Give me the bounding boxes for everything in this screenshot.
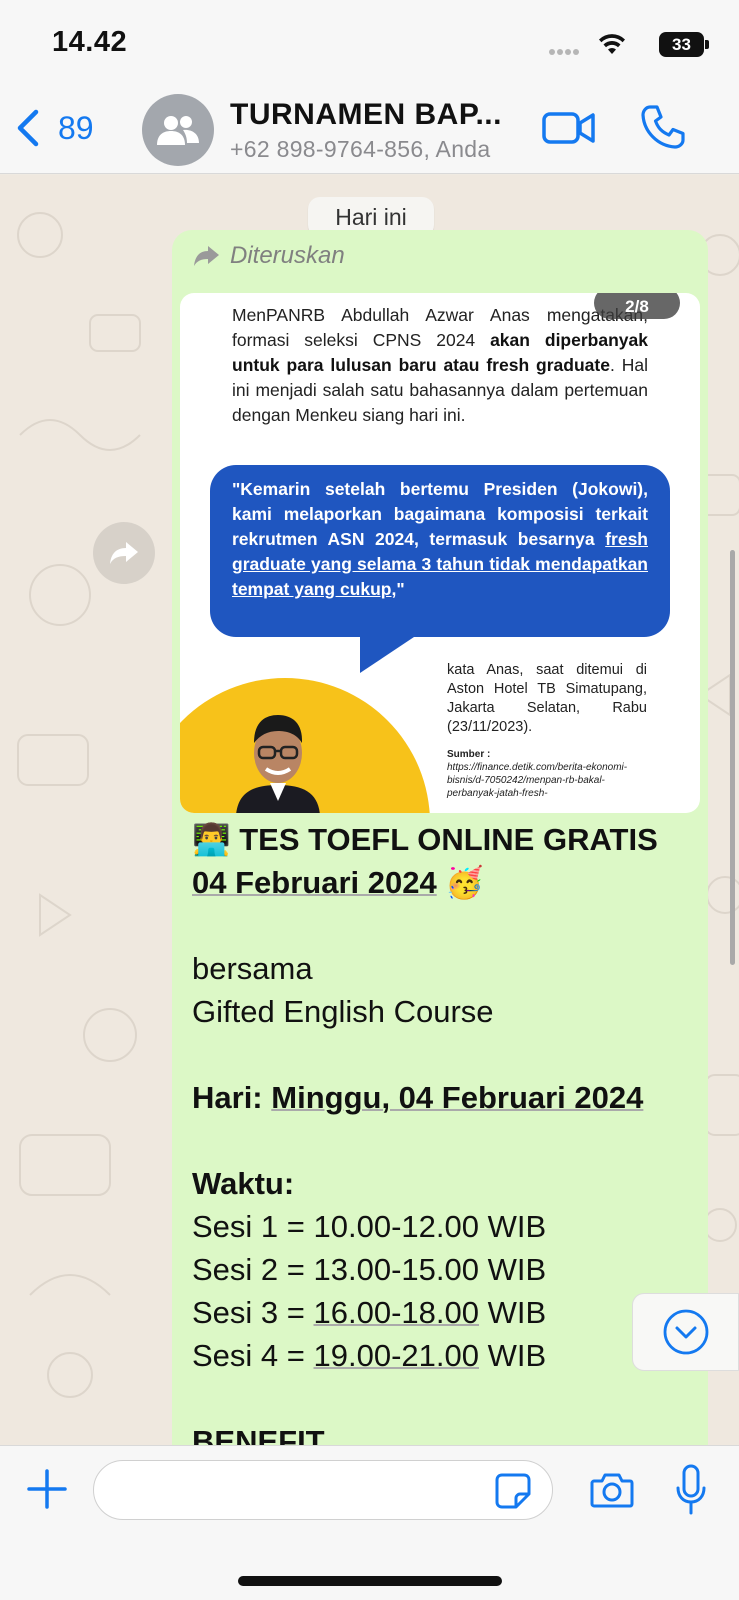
media-counter-badge: 2/8	[594, 293, 680, 319]
time-label: Waktu:	[192, 1166, 295, 1201]
session-suffix: WIB	[478, 1338, 547, 1373]
sticker-icon[interactable]	[494, 1472, 532, 1510]
day-value[interactable]: Minggu, 04 Februari 2024	[271, 1080, 643, 1115]
session-line: Sesi 2 = 13.00-15.00 WIB	[192, 1248, 692, 1291]
chat-area[interactable]: Hari ini Diteruskan MenPANRB Abdullah Az…	[0, 175, 739, 1445]
session-line: Sesi 4 = 19.00-21.00 WIB	[192, 1334, 692, 1377]
session-prefix: Sesi 2 =	[192, 1252, 314, 1287]
forward-icon	[110, 542, 138, 564]
status-time: 14.42	[52, 26, 128, 58]
plus-icon[interactable]	[26, 1468, 68, 1510]
session-suffix: WIB	[478, 1295, 547, 1330]
quote-start: "Kemarin setelah bertemu Presiden (Jokow…	[232, 479, 648, 549]
quote-tail	[360, 633, 420, 673]
back-chevron-icon	[17, 109, 39, 147]
group-avatar[interactable]	[142, 94, 214, 166]
session-time: 10.00-12.00	[313, 1209, 479, 1244]
headline-2-date[interactable]: 04 Februari 2024	[192, 865, 437, 900]
day-line: Hari: Minggu, 04 Februari 2024	[192, 1076, 692, 1119]
home-indicator[interactable]	[238, 1576, 502, 1586]
session-prefix: Sesi 3 =	[192, 1295, 314, 1330]
session-suffix: WIB	[478, 1252, 547, 1287]
status-icons: 33	[549, 30, 709, 60]
technologist-emoji: 👨‍💻	[192, 822, 231, 857]
phone-icon[interactable]	[640, 104, 686, 150]
with-line: bersama	[192, 951, 313, 986]
media-image[interactable]: MenPANRB Abdullah Azwar Anas mengatakan,…	[180, 293, 700, 813]
unread-count: 89	[58, 109, 94, 146]
back-button[interactable]: 89	[14, 106, 94, 150]
party-emoji: 🥳	[445, 865, 484, 900]
message-text: 👨‍💻 TES TOEFL ONLINE GRATIS 04 Februari …	[192, 818, 692, 1445]
media-caption: kata Anas, saat ditemui di Aston Hotel T…	[447, 662, 647, 735]
session-suffix: WIB	[478, 1209, 547, 1244]
person-photo	[236, 715, 320, 813]
media-paragraph: MenPANRB Abdullah Azwar Anas mengatakan,…	[232, 303, 648, 428]
message-bubble[interactable]: Diteruskan MenPANRB Abdullah Azwar Anas …	[172, 230, 708, 1445]
chat-header: 89 TURNAMEN BAP... +62 898-9764-856, And…	[0, 88, 739, 174]
forwarded-label: Diteruskan	[230, 242, 345, 269]
chat-subtitle[interactable]: +62 898-9764-856, Anda	[230, 136, 530, 163]
benefit-line: BENEFIT	[192, 1420, 692, 1445]
battery-icon: 33	[659, 32, 709, 58]
benefit-label: BENEFIT	[192, 1424, 325, 1445]
headline-line-2: 04 Februari 2024 🥳	[192, 861, 692, 904]
session-line: Sesi 3 = 16.00-18.00 WIB	[192, 1291, 692, 1334]
quote-end: ,"	[391, 579, 405, 599]
session-prefix: Sesi 4 =	[192, 1338, 314, 1373]
day-label: Hari:	[192, 1080, 263, 1115]
session-time[interactable]: 19.00-21.00	[314, 1338, 479, 1373]
camera-icon[interactable]	[590, 1470, 634, 1510]
scroll-indicator[interactable]	[730, 550, 735, 965]
forwarded-arrow-icon	[194, 246, 219, 266]
headline-1: TES TOEFL ONLINE GRATIS	[239, 822, 658, 857]
chat-title[interactable]: TURNAMEN BAP...	[230, 98, 520, 132]
battery-level: 33	[659, 32, 704, 57]
time-label-line: Waktu:	[192, 1162, 692, 1205]
input-bar	[0, 1445, 739, 1600]
forward-button[interactable]	[93, 522, 155, 584]
session-time: 13.00-15.00	[313, 1252, 479, 1287]
video-call-icon[interactable]	[542, 108, 596, 148]
session-prefix: Sesi 1 =	[192, 1209, 314, 1244]
media-source: Sumber : https://finance.detik.com/berita…	[447, 748, 647, 800]
message-input[interactable]	[93, 1460, 553, 1520]
status-bar: 14.42 33	[0, 0, 739, 88]
headline-line-1: 👨‍💻 TES TOEFL ONLINE GRATIS	[192, 818, 692, 861]
session-line: Sesi 1 = 10.00-12.00 WIB	[192, 1205, 692, 1248]
group-icon	[157, 116, 199, 145]
course-line: Gifted English Course	[192, 994, 494, 1029]
scroll-to-bottom-button[interactable]	[632, 1293, 739, 1371]
signal-icon	[549, 42, 585, 55]
session-time[interactable]: 16.00-18.00	[314, 1295, 479, 1330]
quote-box: "Kemarin setelah bertemu Presiden (Jokow…	[210, 465, 670, 637]
wifi-icon	[599, 34, 625, 54]
source-label: Sumber :	[447, 749, 491, 760]
chevron-down-icon	[663, 1309, 708, 1355]
forwarded-row: Diteruskan	[192, 242, 345, 270]
mic-icon[interactable]	[676, 1464, 706, 1516]
source-url: https://finance.detik.com/berita-ekonomi…	[447, 762, 628, 799]
